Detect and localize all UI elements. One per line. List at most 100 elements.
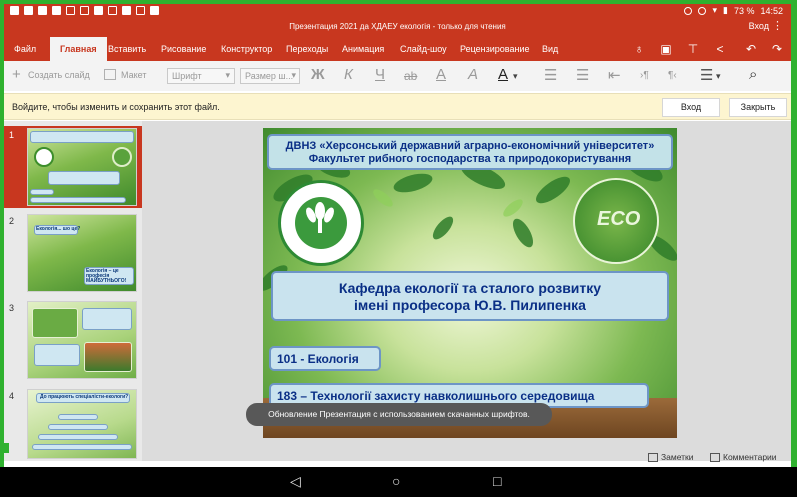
current-slide[interactable]: ДВНЗ «Херсонський державний аграрно-екон… [263,128,677,438]
back-icon[interactable]: ◁ [290,473,301,489]
preview-textbox [30,197,126,203]
notification-icon [10,6,19,15]
dnd-icon [698,6,707,15]
screenshot-icon [684,6,693,15]
font-color-button[interactable]: A [498,66,508,83]
home-toolbar: + Создать слайд Макет Шрифт ▾ Размер ш..… [4,61,791,91]
clear-format-button[interactable]: A [468,66,478,83]
preview-textbox [32,444,132,450]
notification-icon [24,6,33,15]
chevron-down-icon[interactable]: ▾ [716,71,721,82]
department-line-2: імені професора Ю.В. Пилипенка [354,297,586,313]
video-icon [94,6,103,15]
decrease-indent-icon[interactable]: ⇤ [608,66,621,84]
eco-logo: ECO [573,178,659,264]
ribbon-tabs: Файл Главная Вставить Рисование Конструк… [4,37,791,61]
italic-button[interactable]: К [344,66,353,83]
tab-design[interactable]: Конструктор [221,37,272,61]
strikethrough-button[interactable]: ab [404,69,417,83]
android-status-bar: ▾ ▮ 73 % 14:52 [4,4,791,17]
align-icon[interactable]: ☰ [700,66,713,84]
messenger-icon [80,6,89,15]
notes-button[interactable]: Заметки [648,452,694,462]
faculty-name: Факультет рибного господарства та природ… [308,153,632,165]
chevron-down-icon[interactable]: ▾ [513,71,518,82]
lightbulb-icon[interactable]: ♁ [632,42,646,56]
window-frame-right [791,0,797,467]
tab-draw[interactable]: Рисование [161,37,206,61]
edge-handle[interactable] [4,443,9,453]
font-size-select[interactable]: Размер ш... ▾ [240,68,300,84]
notification-icon [38,6,47,15]
highlight-button[interactable]: A [436,66,446,83]
present-icon[interactable]: ⊤ [686,42,700,56]
slide-number: 3 [9,303,15,313]
more-icon[interactable]: ⋮ [772,19,783,32]
preview-caption: До працюють спеціалісти-екологи? [40,394,129,400]
slide-thumbnail[interactable]: 4 До працюють спеціалісти-екологи? [4,387,142,461]
search-icon[interactable]: ⌕ [749,66,757,83]
wifi-icon: ▾ [712,5,717,15]
slide-thumbnail[interactable]: 1 [4,126,142,208]
slide-thumbnails-pane: 1 2 Екологія... шо це? Екологія – це про… [4,121,142,461]
preview-textbox [30,189,54,195]
font-family-select[interactable]: Шрифт ▾ [167,68,235,84]
tab-review[interactable]: Рецензирование [460,37,530,61]
preview-textbox [30,131,134,143]
layout-icon [104,69,116,80]
save-icon[interactable]: ▣ [659,42,673,56]
preview-image [32,308,78,338]
mail-icon [66,6,75,15]
tab-file[interactable]: Файл [14,37,36,61]
home-icon[interactable]: ○ [392,473,400,489]
tab-home[interactable]: Главная [50,37,107,61]
notes-label: Заметки [661,452,694,462]
tab-animations[interactable]: Анимация [342,37,384,61]
underline-button[interactable]: Ч [375,66,385,83]
tab-slideshow[interactable]: Слайд-шоу [400,37,447,61]
comments-button[interactable]: Комментарии [710,452,777,462]
bullets-icon[interactable]: ☰ [544,66,557,84]
signin-link[interactable]: Вход [749,21,769,31]
slide-preview [27,301,137,379]
university-header: ДВНЗ «Херсонський державний аграрно-екон… [267,134,673,170]
preview-caption: Екологія... шо це? [36,226,81,232]
numbering-icon[interactable]: ☰ [576,66,589,84]
tab-insert[interactable]: Вставить [108,37,146,61]
bold-button[interactable]: Ж [311,66,325,83]
tab-view[interactable]: Вид [542,37,558,61]
mail-icon [108,6,117,15]
signin-message: Войдите, чтобы изменить и сохранить этот… [12,102,220,112]
share-icon[interactable]: < [713,42,727,56]
preview-textbox [34,344,80,366]
program-ecology: 101 - Екологія [269,346,381,371]
department-line-1: Кафедра екології та сталого розвитку [338,280,602,296]
undo-icon[interactable]: ↶ [744,42,758,56]
preview-caption: Екологія – це професія МАЙБУТНЬОГО! [86,268,127,284]
signal-icon: ▮ [723,5,728,15]
preview-image [84,342,132,372]
preview-logo [112,147,132,167]
slide-thumbnail[interactable]: 2 Екологія... шо це? Екологія – це профе… [4,212,142,294]
tree-icon [306,202,334,233]
recents-icon[interactable]: □ [493,473,501,489]
font-size-value: Размер ш... [245,71,294,81]
plus-icon[interactable]: + [12,66,21,83]
slide-preview [27,128,137,206]
new-slide-button[interactable]: Создать слайд [28,70,90,80]
preview-textbox [58,414,98,420]
slide-thumbnail[interactable]: 3 [4,299,142,381]
signin-button[interactable]: Вход [662,98,720,117]
paragraph-rtl-icon[interactable]: ¶‹ [668,70,677,81]
notification-icons [10,6,159,15]
preview-textbox [48,424,108,430]
status-time: 14:52 [760,5,783,16]
slide-preview: Екологія... шо це? Екологія – це професі… [27,214,137,292]
tab-transitions[interactable]: Переходы [286,37,328,61]
close-button[interactable]: Закрыть [729,98,787,117]
redo-icon[interactable]: ↷ [770,42,784,56]
chevron-down-icon: ▾ [291,70,296,80]
eco-logo-text: ECO [597,208,641,230]
paragraph-ltr-icon[interactable]: ›¶ [640,70,649,81]
layout-button[interactable]: Макет [121,70,146,80]
